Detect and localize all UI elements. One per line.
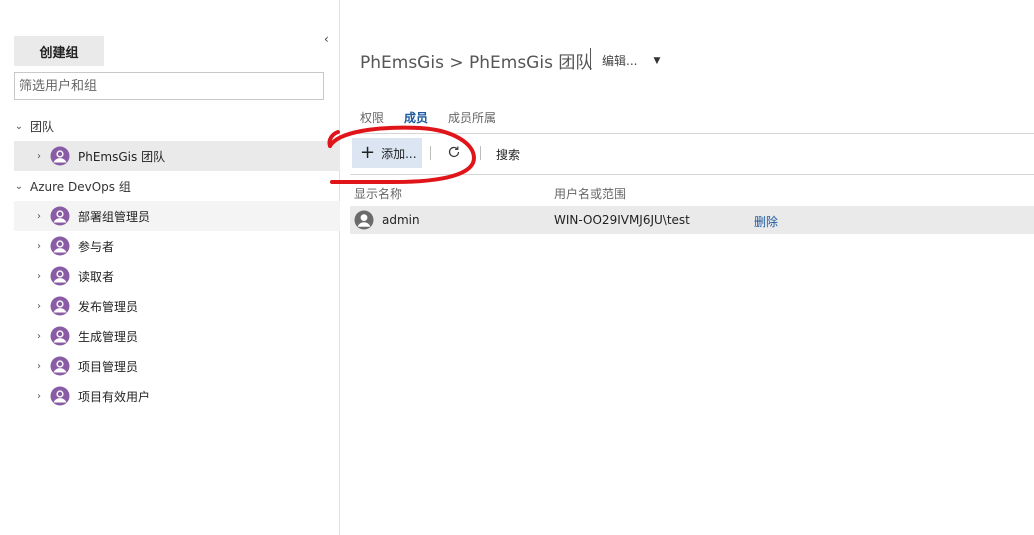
chevron-right-icon[interactable]: › bbox=[34, 271, 44, 282]
tree-item-label: 项目有效用户 bbox=[78, 389, 151, 404]
tree-item-readers[interactable]: › 读取者 bbox=[14, 261, 340, 291]
plus-icon: + bbox=[360, 142, 376, 163]
chevron-right-icon[interactable]: › bbox=[34, 301, 44, 312]
tab-member-of[interactable]: 成员所属 bbox=[448, 109, 496, 126]
tree-item-build-admins[interactable]: › 生成管理员 bbox=[14, 321, 340, 351]
edit-label: 编辑... bbox=[602, 54, 638, 68]
add-label: 添加... bbox=[381, 146, 417, 161]
create-group-button[interactable]: 创建组 bbox=[14, 36, 104, 66]
column-header-username-scope[interactable]: 用户名或范围 bbox=[554, 185, 626, 202]
group-icon bbox=[50, 146, 70, 166]
refresh-icon[interactable] bbox=[447, 145, 461, 159]
chevron-right-icon[interactable]: › bbox=[34, 361, 44, 372]
chevron-right-icon[interactable]: › bbox=[34, 211, 44, 222]
section-teams[interactable]: ⌄ 团队 bbox=[14, 111, 340, 141]
tree-item-label: 项目管理员 bbox=[78, 359, 139, 374]
section-label: 团队 bbox=[30, 119, 55, 134]
group-icon bbox=[50, 236, 70, 256]
tree-item-label: 生成管理员 bbox=[78, 329, 139, 344]
groups-sidebar: 创建组 ‹ ⌄ 团队 › PhEmsGis 团队 ⌄ Azure DevOps … bbox=[0, 0, 340, 535]
tab-members[interactable]: 成员 bbox=[404, 109, 428, 126]
section-label: Azure DevOps 组 bbox=[30, 179, 131, 194]
section-azure-devops-groups[interactable]: ⌄ Azure DevOps 组 bbox=[14, 171, 340, 201]
toolbar-divider bbox=[350, 174, 1034, 175]
group-icon bbox=[50, 326, 70, 346]
group-icon bbox=[50, 206, 70, 226]
chevron-right-icon[interactable]: › bbox=[34, 331, 44, 342]
chevron-right-icon[interactable]: › bbox=[34, 151, 44, 162]
toolbar-separator bbox=[430, 146, 431, 160]
chevron-right-icon[interactable]: › bbox=[34, 391, 44, 402]
column-header-display-name[interactable]: 显示名称 bbox=[354, 185, 402, 202]
header-divider bbox=[590, 48, 591, 70]
group-icon bbox=[50, 266, 70, 286]
tree-item-label: 读取者 bbox=[78, 269, 115, 284]
breadcrumb: PhEmsGis > PhEmsGis 团队 bbox=[360, 53, 593, 73]
search-button[interactable]: 搜索 bbox=[496, 146, 520, 163]
member-display-name: admin bbox=[382, 213, 420, 227]
tree-item-project-valid-users[interactable]: › 项目有效用户 bbox=[14, 381, 340, 411]
tree-item-label: 发布管理员 bbox=[78, 299, 139, 314]
edit-dropdown-button[interactable]: 编辑... ▼ bbox=[602, 52, 660, 69]
tabs-divider bbox=[350, 133, 1034, 134]
chevron-down-icon[interactable]: ⌄ bbox=[14, 181, 24, 192]
tree-item-label: 参与者 bbox=[78, 239, 115, 254]
caret-down-icon: ▼ bbox=[653, 55, 661, 66]
tab-permissions[interactable]: 权限 bbox=[360, 109, 384, 126]
tree-item-contributors[interactable]: › 参与者 bbox=[14, 231, 340, 261]
member-scope: WIN-OO29IVMJ6JU\test bbox=[554, 213, 690, 227]
tree-item-project-admins[interactable]: › 项目管理员 bbox=[14, 351, 340, 381]
chevron-down-icon[interactable]: ⌄ bbox=[14, 121, 24, 132]
tree-item-label: 部署组管理员 bbox=[78, 209, 151, 224]
toolbar-separator bbox=[480, 146, 481, 160]
user-avatar-icon bbox=[354, 210, 374, 230]
group-icon bbox=[50, 356, 70, 376]
tree-item-deployment-group-admins[interactable]: › 部署组管理员 bbox=[14, 201, 340, 231]
remove-member-link[interactable]: 删除 bbox=[754, 213, 778, 230]
tree-item-phemsgis-team[interactable]: › PhEmsGis 团队 bbox=[14, 141, 340, 171]
tree-item-label: PhEmsGis 团队 bbox=[78, 149, 166, 164]
add-member-button[interactable]: + 添加... bbox=[352, 138, 422, 168]
group-icon bbox=[50, 296, 70, 316]
chevron-right-icon[interactable]: › bbox=[34, 241, 44, 252]
collapse-sidebar-icon[interactable]: ‹ bbox=[324, 32, 329, 46]
tree-item-release-admins[interactable]: › 发布管理员 bbox=[14, 291, 340, 321]
filter-users-groups-input[interactable] bbox=[14, 72, 324, 100]
table-row[interactable]: admin WIN-OO29IVMJ6JU\test 删除 bbox=[350, 206, 1034, 234]
group-icon bbox=[50, 386, 70, 406]
